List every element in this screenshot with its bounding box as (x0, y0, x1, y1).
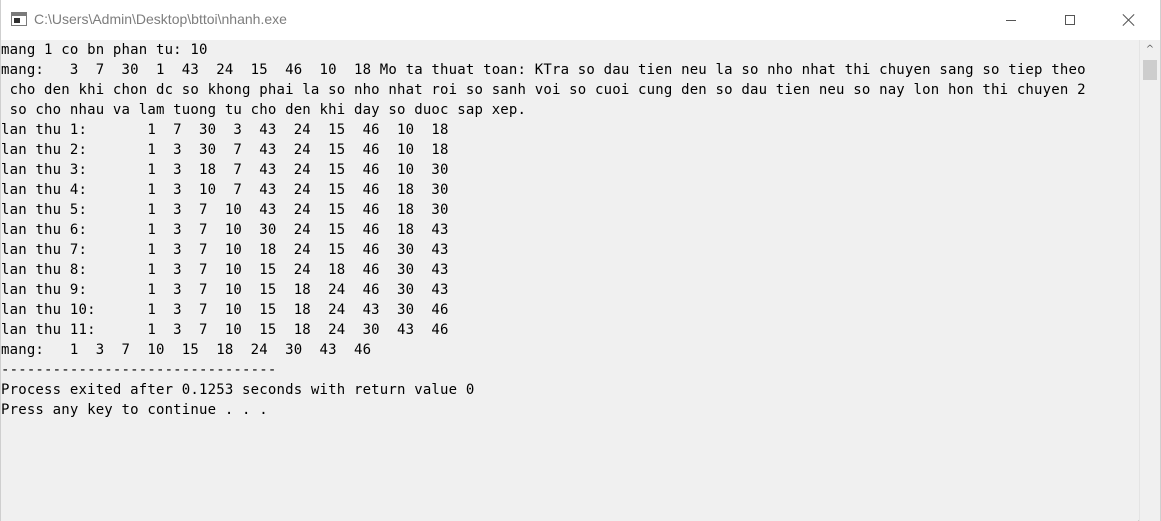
console-line: lan thu 10: 1 3 7 10 15 18 24 43 30 46 (1, 302, 449, 318)
console-output[interactable]: mang 1 co bn phan tu: 10 mang: 3 7 30 1 … (1, 40, 1138, 521)
console-line: lan thu 1: 1 7 30 3 43 24 15 46 10 18 (1, 122, 449, 138)
console-text: mang 1 co bn phan tu: 10 mang: 3 7 30 1 … (1, 40, 1138, 420)
console-line: lan thu 5: 1 3 7 10 43 24 15 46 18 30 (1, 202, 449, 218)
chevron-up-icon: ^ (1145, 43, 1155, 55)
console-window: C:\Users\Admin\Desktop\bttoi\nhanh.exe m… (0, 0, 1161, 521)
console-app-icon (11, 12, 27, 26)
maximize-icon (1065, 15, 1075, 25)
console-line: -------------------------------- (1, 362, 277, 378)
minimize-button[interactable] (988, 0, 1034, 40)
console-line: lan thu 8: 1 3 7 10 15 24 18 46 30 43 (1, 262, 449, 278)
console-line: Process exited after 0.1253 seconds with… (1, 382, 475, 398)
scroll-up-button[interactable]: ^ (1140, 40, 1160, 58)
close-button[interactable] (1106, 0, 1152, 40)
console-line: so cho nhau va lam tuong tu cho den khi … (1, 102, 527, 118)
minimize-icon (1006, 19, 1016, 21)
console-line: lan thu 2: 1 3 30 7 43 24 15 46 10 18 (1, 142, 449, 158)
scroll-thumb[interactable] (1143, 60, 1157, 80)
console-line: mang: 1 3 7 10 15 18 24 30 43 46 (1, 342, 372, 358)
maximize-button[interactable] (1047, 0, 1093, 40)
console-line: lan thu 6: 1 3 7 10 30 24 15 46 18 43 (1, 222, 449, 238)
console-line: lan thu 4: 1 3 10 7 43 24 15 46 18 30 (1, 182, 449, 198)
title-bar[interactable]: C:\Users\Admin\Desktop\bttoi\nhanh.exe (1, 0, 1160, 40)
window-title: C:\Users\Admin\Desktop\bttoi\nhanh.exe (34, 11, 287, 27)
console-line: mang: 3 7 30 1 43 24 15 46 10 18 Mo ta t… (1, 62, 1086, 78)
console-line: Press any key to continue . . . (1, 402, 268, 418)
console-line: lan thu 7: 1 3 7 10 18 24 15 46 30 43 (1, 242, 449, 258)
close-icon (1122, 13, 1136, 27)
console-line: cho den khi chon dc so khong phai la so … (1, 82, 1086, 98)
console-line: mang 1 co bn phan tu: 10 (1, 42, 208, 58)
vertical-scrollbar[interactable]: ^ (1139, 40, 1160, 521)
console-line: lan thu 11: 1 3 7 10 15 18 24 30 43 46 (1, 322, 449, 338)
console-line: lan thu 3: 1 3 18 7 43 24 15 46 10 30 (1, 162, 449, 178)
console-line: lan thu 9: 1 3 7 10 15 18 24 46 30 43 (1, 282, 449, 298)
